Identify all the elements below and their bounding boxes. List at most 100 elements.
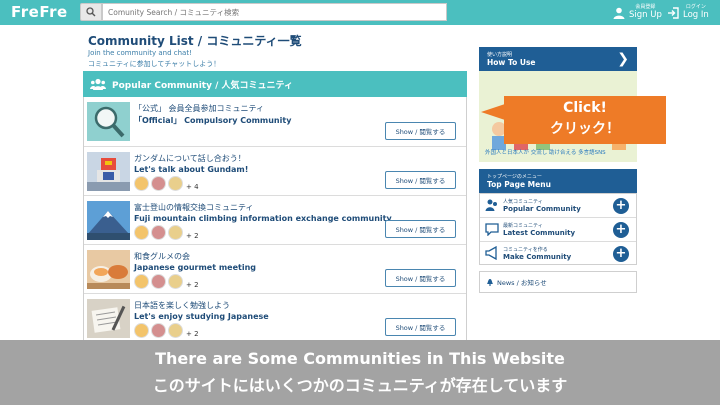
show-button[interactable]: Show / 閲覧する	[385, 220, 456, 238]
show-button[interactable]: Show / 閲覧する	[385, 269, 456, 287]
community-thumbnail	[87, 299, 130, 338]
community-subtitle[interactable]: Let's talk about Gundam!	[134, 165, 248, 174]
robot-image	[87, 152, 130, 191]
community-thumbnail	[87, 102, 130, 141]
login-link[interactable]: ログイン Log In	[667, 2, 709, 23]
community-list: 「公式」 会員全員参加コミュニティ 「Official」 Compulsory …	[83, 97, 467, 340]
community-item[interactable]: 日本語を楽しく勉強しよう Let's enjoy studying Japane…	[84, 294, 466, 340]
menu-item-label: Popular Community	[503, 205, 581, 213]
callout-line-ja: クリック！	[550, 121, 620, 137]
top-page-menu-header: トップページのメニュー Top Page Menu	[479, 169, 637, 193]
menu-item-label: Latest Community	[503, 229, 576, 237]
search-button[interactable]	[80, 3, 102, 21]
community-subtitle[interactable]: 「Official」 Compulsory Community	[134, 115, 291, 126]
community-subtitle[interactable]: Fuji mountain climbing information excha…	[134, 214, 392, 223]
top-bar: FreFre 会員登録 Sign Up ログイン Log In	[0, 0, 720, 25]
menu-item-small: 人気コミュニティ	[503, 199, 543, 205]
community-title[interactable]: ガンダムについて話し合おう！	[134, 153, 246, 164]
site-logo[interactable]: FreFre	[11, 3, 68, 21]
menu-label: Top Page Menu	[487, 180, 551, 189]
mountain-image	[87, 201, 130, 240]
community-item[interactable]: 和食グルメの会 Japanese gourmet meeting + 2 Sho…	[84, 245, 466, 294]
member-count: + 2	[186, 329, 199, 338]
howto-label: How To Use	[487, 58, 536, 67]
member-count: + 4	[186, 182, 199, 191]
howto-small-label: 使い方説明	[487, 52, 513, 58]
popular-section-title: Popular Community / 人気コミュニティ	[112, 80, 293, 91]
community-thumbnail	[87, 201, 130, 240]
member-avatars: + 2	[134, 274, 199, 289]
how-to-use-banner[interactable]: 使い方説明 How To Use ❯	[479, 47, 637, 71]
community-thumbnail	[87, 152, 130, 191]
search-icon	[86, 7, 96, 17]
signup-label: Sign Up	[629, 10, 662, 21]
community-item[interactable]: 富士登山の情報交換コミュニティ Fuji mountain climbing i…	[84, 196, 466, 245]
plus-icon[interactable]: +	[613, 222, 629, 238]
study-image	[87, 299, 130, 338]
community-title[interactable]: 富士登山の情報交換コミュニティ	[134, 202, 254, 213]
member-count: + 2	[186, 280, 199, 289]
member-avatars: + 2	[134, 225, 199, 240]
community-title[interactable]: 日本語を楽しく勉強しよう	[134, 300, 230, 311]
menu-item-make-community[interactable]: コミュニティを作る Make Community +	[480, 242, 636, 266]
caption-line-en: There are Some Communities in This Websi…	[155, 349, 565, 368]
menu-small-label: トップページのメニュー	[487, 174, 542, 180]
login-icon	[668, 6, 679, 19]
community-subtitle[interactable]: Japanese gourmet meeting	[134, 263, 256, 272]
avatar[interactable]	[134, 274, 149, 289]
community-item[interactable]: 「公式」 会員全員参加コミュニティ 「Official」 Compulsory …	[84, 97, 466, 147]
login-label: Log In	[683, 10, 709, 21]
menu-item-popular-community[interactable]: 人気コミュニティ Popular Community +	[480, 194, 636, 218]
avatar[interactable]	[134, 225, 149, 240]
subtitle-caption: There are Some Communities in This Websi…	[0, 340, 720, 405]
member-avatars: + 2	[134, 323, 199, 338]
signup-link[interactable]: 会員登録 Sign Up	[613, 2, 662, 23]
megaphone-icon	[485, 246, 497, 260]
avatar[interactable]	[168, 225, 183, 240]
avatar[interactable]	[151, 225, 166, 240]
intro-text-en: Join the community and chat!	[88, 49, 192, 57]
menu-item-latest-community[interactable]: 最新コミュニティ Latest Community +	[480, 218, 636, 242]
click-callout: Click! クリック！	[504, 96, 666, 144]
community-subtitle[interactable]: Let's enjoy studying Japanese	[134, 312, 269, 321]
member-avatars: + 4	[134, 176, 199, 191]
search-input[interactable]	[102, 3, 447, 21]
caption-line-ja: このサイトにはいくつかのコミュニティが存在しています	[152, 376, 568, 395]
avatar[interactable]	[151, 323, 166, 338]
avatar[interactable]	[134, 176, 149, 191]
intro-text-ja: コミュニティに参加してチャットしよう！	[88, 60, 221, 68]
plus-icon[interactable]: +	[613, 198, 629, 214]
avatar[interactable]	[168, 323, 183, 338]
community-thumbnail	[87, 250, 130, 289]
menu-item-label: Make Community	[503, 253, 572, 261]
users-icon	[90, 78, 106, 90]
community-title[interactable]: 和食グルメの会	[134, 251, 190, 262]
show-button[interactable]: Show / 閲覧する	[385, 171, 456, 189]
plus-icon[interactable]: +	[613, 246, 629, 262]
avatar[interactable]	[168, 176, 183, 191]
chevron-right-icon: ❯	[617, 51, 629, 67]
member-count: + 2	[186, 231, 199, 240]
popular-section-header: Popular Community / 人気コミュニティ	[83, 71, 467, 97]
menu-item-small: 最新コミュニティ	[503, 223, 543, 229]
top-page-menu: 人気コミュニティ Popular Community + 最新コミュニティ La…	[479, 193, 637, 265]
chat-icon	[485, 223, 499, 236]
food-image	[87, 250, 130, 289]
callout-line-en: Click!	[563, 100, 607, 116]
news-link[interactable]: News / お知らせ	[479, 271, 637, 293]
avatar[interactable]	[134, 323, 149, 338]
news-label: News / お知らせ	[497, 279, 547, 287]
menu-item-small: コミュニティを作る	[503, 247, 548, 253]
avatar[interactable]	[151, 274, 166, 289]
show-button[interactable]: Show / 閲覧する	[385, 318, 456, 336]
avatar[interactable]	[168, 274, 183, 289]
user-icon	[613, 7, 625, 19]
users-icon	[485, 199, 497, 211]
page-title: Community List / コミュニティ一覧	[88, 34, 302, 48]
magnifier-icon	[87, 102, 130, 141]
show-button[interactable]: Show / 閲覧する	[385, 122, 456, 140]
avatar[interactable]	[151, 176, 166, 191]
community-title[interactable]: 「公式」 会員全員参加コミュニティ	[134, 103, 264, 114]
community-item[interactable]: ガンダムについて話し合おう！ Let's talk about Gundam! …	[84, 147, 466, 196]
howto-caption: 外国人と日本人が 交流し 助け合える 多言語SNS	[485, 150, 606, 156]
